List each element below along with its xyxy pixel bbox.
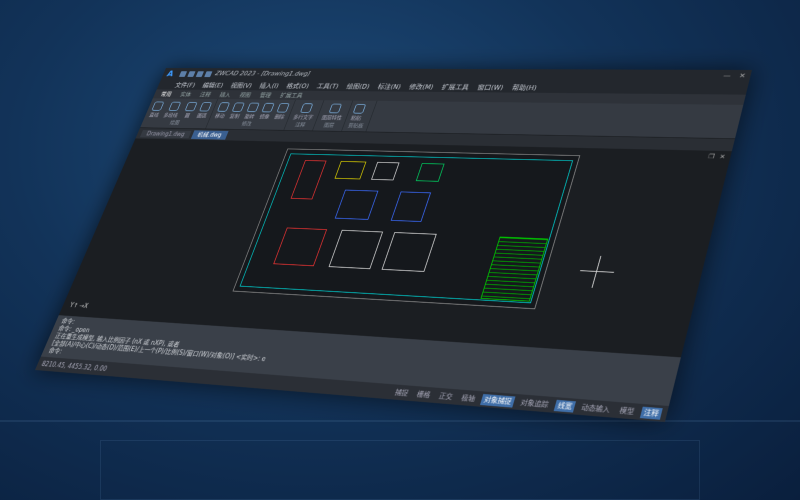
tool-icon <box>151 101 165 111</box>
group-label: 图层 <box>323 122 335 129</box>
app-logo-icon: A <box>165 69 176 79</box>
quick-access-toolbar[interactable] <box>179 70 213 77</box>
tool-label: 移动 <box>214 113 226 119</box>
status-toggle[interactable]: 栅格 <box>413 388 434 400</box>
tool-icon <box>261 102 275 112</box>
menu-item[interactable]: 编辑(E) <box>201 81 225 89</box>
tool-label: 图层特性 <box>321 114 343 121</box>
minimize-icon[interactable]: — <box>722 73 731 80</box>
menu-item[interactable]: 修改(M) <box>408 82 435 91</box>
ribbon-tab[interactable]: 实体 <box>179 91 192 98</box>
tool-icon <box>199 101 213 112</box>
menu-item[interactable]: 窗口(W) <box>476 82 504 91</box>
tool-icon <box>276 102 290 113</box>
menu-item[interactable]: 标注(N) <box>376 82 402 91</box>
tool-button[interactable]: 多段线 <box>162 101 183 118</box>
status-toggle[interactable]: 线宽 <box>553 399 577 413</box>
tool-label: 镜像 <box>258 113 271 120</box>
tool-label: 多行文字 <box>292 114 314 120</box>
status-toggle[interactable]: 注释 <box>639 406 663 420</box>
group-label: 注释 <box>294 122 307 128</box>
status-toggle[interactable]: 对象捕捉 <box>480 393 516 408</box>
menu-item[interactable]: 绘图(D) <box>345 81 371 90</box>
tool-row: 图层特性 <box>320 102 347 122</box>
ribbon-tab[interactable]: 插入 <box>218 91 232 98</box>
status-toggle[interactable]: 对象追踪 <box>517 396 553 410</box>
cad-window: A ZWCAD 2023 - [Drawing1.dwg] — ✕ 文件(F) 编辑… <box>34 68 752 422</box>
tool-icon <box>246 102 260 112</box>
tool-button[interactable]: 复制 <box>229 102 245 119</box>
tool-icon <box>328 103 343 113</box>
tool-icon <box>352 103 367 114</box>
tool-button[interactable]: 多行文字 <box>292 103 318 121</box>
status-toggle[interactable]: 捕捉 <box>391 387 412 399</box>
menu-item[interactable]: 工具(T) <box>316 81 341 90</box>
tool-button[interactable]: 旋转 <box>243 102 260 120</box>
tool-label: 复制 <box>228 113 241 119</box>
menu-item[interactable]: 扩展工具 <box>441 82 471 91</box>
tool-label: 旋转 <box>243 113 256 120</box>
close-icon[interactable]: ✕ <box>738 73 746 80</box>
group-label: 修改 <box>240 121 253 127</box>
status-toggle[interactable]: 模型 <box>616 404 639 417</box>
tool-row: 多行文字 <box>292 102 319 122</box>
menu-item[interactable]: 文件(F) <box>174 80 197 89</box>
tool-button[interactable]: 图层特性 <box>321 103 347 121</box>
ribbon-tab[interactable]: 视图 <box>238 91 252 98</box>
tool-label: 删除 <box>273 114 286 120</box>
tool-label: 圆 <box>183 112 191 118</box>
coordinates: 8210.45, 4455.32, 0.00 <box>40 360 109 373</box>
tool-icon <box>300 103 314 113</box>
tool-button[interactable]: 粘贴 <box>350 103 367 122</box>
document-tab[interactable]: 机械.dwg <box>190 129 229 140</box>
tool-row: 粘贴 <box>349 103 371 123</box>
menu-item[interactable]: 帮助(H) <box>511 83 538 92</box>
tool-button[interactable]: 移动 <box>214 102 231 119</box>
status-toggle[interactable]: 正交 <box>435 390 457 402</box>
close-drawing-icon[interactable]: ✕ <box>719 153 726 160</box>
tool-icon <box>184 101 198 111</box>
drawing-sheet <box>232 148 581 310</box>
tool-icon <box>217 102 231 112</box>
menu-item[interactable]: 视图(V) <box>229 81 253 90</box>
group-label: 绘图 <box>169 120 181 126</box>
tool-label: 粘贴 <box>350 115 363 121</box>
ucs-icon: Y↑ →X <box>68 301 90 310</box>
tool-label: 圆弧 <box>196 112 208 119</box>
crosshair-cursor <box>576 255 619 289</box>
document-tab[interactable]: Drawing1.dwg <box>140 129 192 138</box>
ribbon-tab[interactable]: 注释 <box>199 91 212 98</box>
status-toggle[interactable]: 极轴 <box>458 392 480 404</box>
tool-row: 移动 复制 旋转 镜像 删除 <box>213 101 290 121</box>
tool-row: 直线 多段线圆圆弧 <box>148 100 213 120</box>
ribbon-tab[interactable]: 常用 <box>160 90 173 97</box>
ribbon-group: 移动 复制 旋转 镜像 删除 修改 <box>205 99 296 131</box>
ribbon-tab[interactable]: 扩展工具 <box>279 92 304 99</box>
tool-button[interactable]: 镜像 <box>258 102 275 120</box>
menu-item[interactable]: 格式(O) <box>285 81 310 90</box>
tool-button[interactable]: 直线 <box>148 101 165 118</box>
tool-icon <box>168 101 182 111</box>
window-title: ZWCAD 2023 - [Drawing1.dwg] <box>213 70 312 78</box>
ribbon-tab[interactable]: 管理 <box>259 91 273 98</box>
menu-item[interactable]: 插入(I) <box>258 81 280 90</box>
tool-icon <box>231 102 245 112</box>
tool-button[interactable]: 删除 <box>273 102 290 120</box>
status-toggle[interactable]: 动态输入 <box>577 401 614 415</box>
tool-button[interactable]: 圆 <box>181 101 198 119</box>
group-label: 剪贴板 <box>347 122 365 129</box>
tool-label: 直线 <box>148 112 160 118</box>
restore-icon[interactable]: ❐ <box>707 153 715 160</box>
tool-label: 多段线 <box>162 112 179 118</box>
